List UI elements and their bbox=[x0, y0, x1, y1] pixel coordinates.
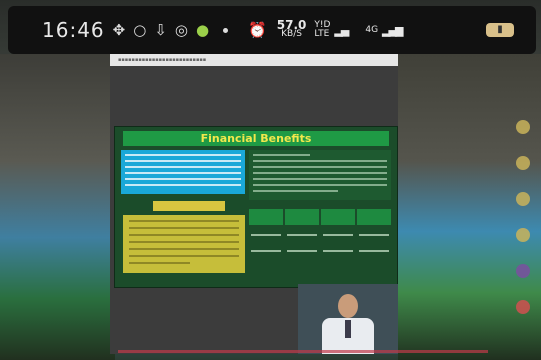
floating-sidebar bbox=[508, 120, 538, 314]
sidebar-button-2[interactable] bbox=[516, 156, 530, 170]
slide-title: Financial Benefits bbox=[123, 131, 389, 146]
photo-frame: 16:46 ✥ ○ ⇩ ◎ ● ⏰ 57.0 KB/S Y!D LTE ▂▄ 4… bbox=[0, 0, 541, 360]
clock: 16:46 bbox=[42, 18, 105, 42]
more-notifications-dot-icon bbox=[223, 27, 229, 33]
window-title-bar: ▪▪▪▪▪▪▪▪▪▪▪▪▪▪▪▪▪▪▪▪▪▪▪▪▪▪ bbox=[110, 54, 398, 66]
signal-icon-2: ▂▄▆ bbox=[382, 23, 403, 37]
status-bar: 16:46 ✥ ○ ⇩ ◎ ● ⏰ 57.0 KB/S Y!D LTE ▂▄ 4… bbox=[8, 6, 536, 54]
table-row bbox=[249, 247, 391, 257]
sidebar-button-4[interactable] bbox=[516, 228, 530, 242]
sidebar-button-6[interactable] bbox=[516, 300, 530, 314]
battery-icon: ▮ bbox=[486, 23, 514, 37]
download-icon: ⇩ bbox=[154, 21, 167, 39]
sidebar-button-3[interactable] bbox=[516, 192, 530, 206]
presenter-figure bbox=[320, 292, 376, 354]
yellow-panel-header bbox=[153, 201, 225, 211]
table-row bbox=[249, 231, 391, 241]
app-notification-icon: ✥ bbox=[112, 21, 126, 39]
window-body: Financial Benefits bbox=[110, 66, 398, 354]
app-icon: ● bbox=[195, 21, 210, 39]
slide-benefits-panel bbox=[123, 215, 245, 273]
volte-bottom: LTE bbox=[314, 29, 330, 39]
presentation-slide: Financial Benefits bbox=[114, 126, 398, 288]
alarm-icon: ⏰ bbox=[248, 21, 267, 39]
sidebar-button-1[interactable] bbox=[516, 120, 530, 134]
network-speed-unit: KB/S bbox=[281, 29, 302, 39]
table-header bbox=[249, 209, 391, 225]
progress-edge bbox=[118, 350, 488, 353]
volte-indicator: Y!D LTE bbox=[314, 21, 330, 39]
slide-description-panel bbox=[249, 150, 391, 200]
presenter-video bbox=[298, 284, 398, 354]
search-icon: ○ bbox=[133, 21, 147, 39]
blurred-background-left bbox=[0, 54, 115, 360]
presentation-window: ▪▪▪▪▪▪▪▪▪▪▪▪▪▪▪▪▪▪▪▪▪▪▪▪▪▪ Financial Ben… bbox=[110, 54, 398, 354]
chrome-icon: ◎ bbox=[174, 21, 188, 39]
slide-table bbox=[249, 209, 391, 279]
network-speed: 57.0 KB/S bbox=[277, 19, 307, 39]
sidebar-button-5[interactable] bbox=[516, 264, 530, 278]
slide-intro-panel bbox=[121, 150, 245, 194]
network-type: 4G bbox=[365, 24, 379, 35]
signal-icon: ▂▄ bbox=[334, 23, 349, 37]
